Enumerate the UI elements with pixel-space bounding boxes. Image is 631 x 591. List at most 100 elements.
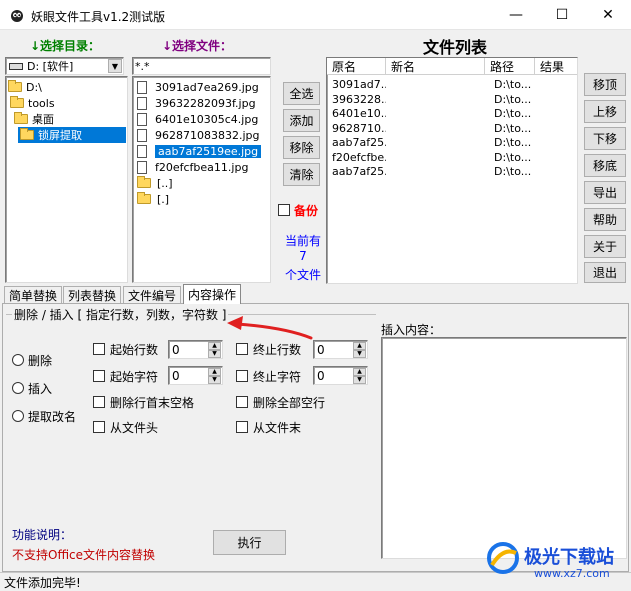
drive-icon: [9, 62, 23, 70]
start-char-stepper[interactable]: 0 ▲ ▼: [168, 366, 223, 385]
spin-up-icon[interactable]: ▲: [208, 368, 221, 376]
end-char-stepper[interactable]: 0 ▲ ▼: [313, 366, 368, 385]
file-table[interactable]: 原名 新名 路径 结果 3091ad7... D:\to... 3963228...…: [326, 57, 578, 284]
exit-button[interactable]: 退出: [584, 262, 626, 283]
file-item[interactable]: 39632282093f.jpg: [135, 95, 259, 111]
table-cell-orig[interactable]: 6401e10...: [332, 107, 386, 121]
table-cell-result[interactable]: [540, 136, 577, 150]
dir-name: [..]: [157, 176, 173, 190]
table-cell-new[interactable]: [391, 122, 483, 136]
execute-button[interactable]: 执行: [213, 530, 286, 555]
spin-down-icon[interactable]: ▼: [353, 376, 366, 384]
column-header-result[interactable]: 结果: [535, 58, 577, 75]
spin-up-icon[interactable]: ▲: [353, 368, 366, 376]
table-cell-result[interactable]: [540, 78, 577, 92]
table-cell-path[interactable]: D:\to...: [494, 136, 534, 150]
tab-list-replace[interactable]: 列表替换: [63, 286, 122, 304]
start-line-stepper[interactable]: 0 ▲ ▼: [168, 340, 223, 359]
tab-content-ops[interactable]: 内容操作: [183, 284, 242, 304]
column-header-path[interactable]: 路径: [485, 58, 535, 75]
directory-tree[interactable]: D:\ tools 桌面 锁屏提取: [5, 76, 128, 283]
spin-down-icon[interactable]: ▼: [208, 350, 221, 358]
table-cell-orig[interactable]: 3963228...: [332, 93, 386, 107]
move-up-button[interactable]: 上移: [584, 100, 626, 123]
table-cell-result[interactable]: [540, 165, 577, 179]
tab-file-numbering[interactable]: 文件编号: [123, 286, 182, 304]
add-button[interactable]: 添加: [283, 109, 320, 132]
table-cell-path[interactable]: D:\to...: [494, 122, 534, 136]
insert-content-textarea[interactable]: [381, 337, 627, 559]
table-cell-result[interactable]: [540, 93, 577, 107]
spin-up-icon[interactable]: ▲: [208, 342, 221, 350]
remove-button[interactable]: 移除: [283, 136, 320, 159]
column-header-original[interactable]: 原名: [327, 58, 386, 75]
radio-delete[interactable]: [12, 354, 24, 366]
table-cell-path[interactable]: D:\to...: [494, 165, 534, 179]
table-cell-orig[interactable]: 3091ad7...: [332, 78, 386, 92]
chevron-down-icon[interactable]: ▼: [108, 59, 122, 73]
end-line-checkbox[interactable]: [236, 343, 248, 355]
spin-down-icon[interactable]: ▼: [353, 350, 366, 358]
table-cell-orig[interactable]: aab7af25...: [332, 165, 386, 179]
table-cell-path[interactable]: D:\to...: [494, 93, 534, 107]
file-filter-input[interactable]: *.*: [132, 57, 271, 75]
table-cell-result[interactable]: [540, 122, 577, 136]
column-header-new[interactable]: 新名: [386, 58, 485, 75]
tree-item-tools[interactable]: tools: [10, 95, 55, 111]
start-char-value: 0: [172, 368, 180, 383]
table-cell-path[interactable]: D:\to...: [494, 107, 534, 121]
file-item[interactable]: f20efcfbea11.jpg: [135, 159, 251, 175]
select-all-button[interactable]: 全选: [283, 82, 320, 105]
move-down-button[interactable]: 下移: [584, 127, 626, 150]
clear-button[interactable]: 清除: [283, 163, 320, 186]
trim-lines-checkbox[interactable]: [93, 396, 105, 408]
radio-delete-label: 删除: [28, 354, 53, 368]
file-item[interactable]: 6401e10305c4.jpg: [135, 111, 261, 127]
table-cell-new[interactable]: [391, 93, 483, 107]
file-item[interactable]: 3091ad7ea269.jpg: [135, 79, 262, 95]
table-cell-path[interactable]: D:\to...: [494, 78, 534, 92]
from-tail-checkbox[interactable]: [236, 421, 248, 433]
tab-simple-replace[interactable]: 简单替换: [4, 286, 63, 304]
tree-item-d-drive[interactable]: D:\: [8, 79, 42, 95]
file-item[interactable]: 962871083832.jpg: [135, 127, 263, 143]
from-head-checkbox[interactable]: [93, 421, 105, 433]
table-cell-new[interactable]: [391, 107, 483, 121]
end-char-checkbox[interactable]: [236, 370, 248, 382]
file-list-box[interactable]: 3091ad7ea269.jpg 39632282093f.jpg 6401e1…: [132, 76, 271, 283]
start-char-checkbox[interactable]: [93, 370, 105, 382]
maximize-button[interactable]: ☐: [539, 0, 585, 30]
dir-item-current[interactable]: [.]: [135, 191, 172, 207]
radio-insert[interactable]: [12, 382, 24, 394]
tree-item-desktop[interactable]: 桌面: [14, 111, 54, 127]
file-item-selected[interactable]: aab7af2519ee.jpg: [135, 143, 264, 159]
dir-item-parent[interactable]: [..]: [135, 175, 176, 191]
table-cell-new[interactable]: [391, 151, 483, 165]
move-bottom-button[interactable]: 移底: [584, 154, 626, 177]
spin-up-icon[interactable]: ▲: [353, 342, 366, 350]
export-button[interactable]: 导出: [584, 181, 626, 204]
tree-item-lockscreen-selected[interactable]: 锁屏提取: [18, 127, 126, 143]
about-button[interactable]: 关于: [584, 235, 626, 258]
table-cell-orig[interactable]: 9628710...: [332, 122, 386, 136]
drive-select[interactable]: D: [软件] ▼: [5, 57, 124, 75]
spin-down-icon[interactable]: ▼: [208, 376, 221, 384]
backup-checkbox[interactable]: [278, 204, 290, 216]
end-char-label: 终止字符: [253, 370, 302, 384]
table-cell-new[interactable]: [391, 165, 483, 179]
table-cell-orig[interactable]: aab7af25...: [332, 136, 386, 150]
table-cell-result[interactable]: [540, 107, 577, 121]
table-cell-path[interactable]: D:\to...: [494, 151, 534, 165]
help-button[interactable]: 帮助: [584, 208, 626, 231]
delete-blank-checkbox[interactable]: [236, 396, 248, 408]
start-line-checkbox[interactable]: [93, 343, 105, 355]
table-cell-orig[interactable]: f20efcfbe...: [332, 151, 386, 165]
close-button[interactable]: ✕: [585, 0, 631, 30]
table-cell-result[interactable]: [540, 151, 577, 165]
table-cell-new[interactable]: [391, 136, 483, 150]
move-top-button[interactable]: 移顶: [584, 73, 626, 96]
table-cell-new[interactable]: [391, 78, 483, 92]
radio-extract-rename[interactable]: [12, 410, 24, 422]
end-line-stepper[interactable]: 0 ▲ ▼: [313, 340, 368, 359]
minimize-button[interactable]: —: [493, 0, 539, 30]
